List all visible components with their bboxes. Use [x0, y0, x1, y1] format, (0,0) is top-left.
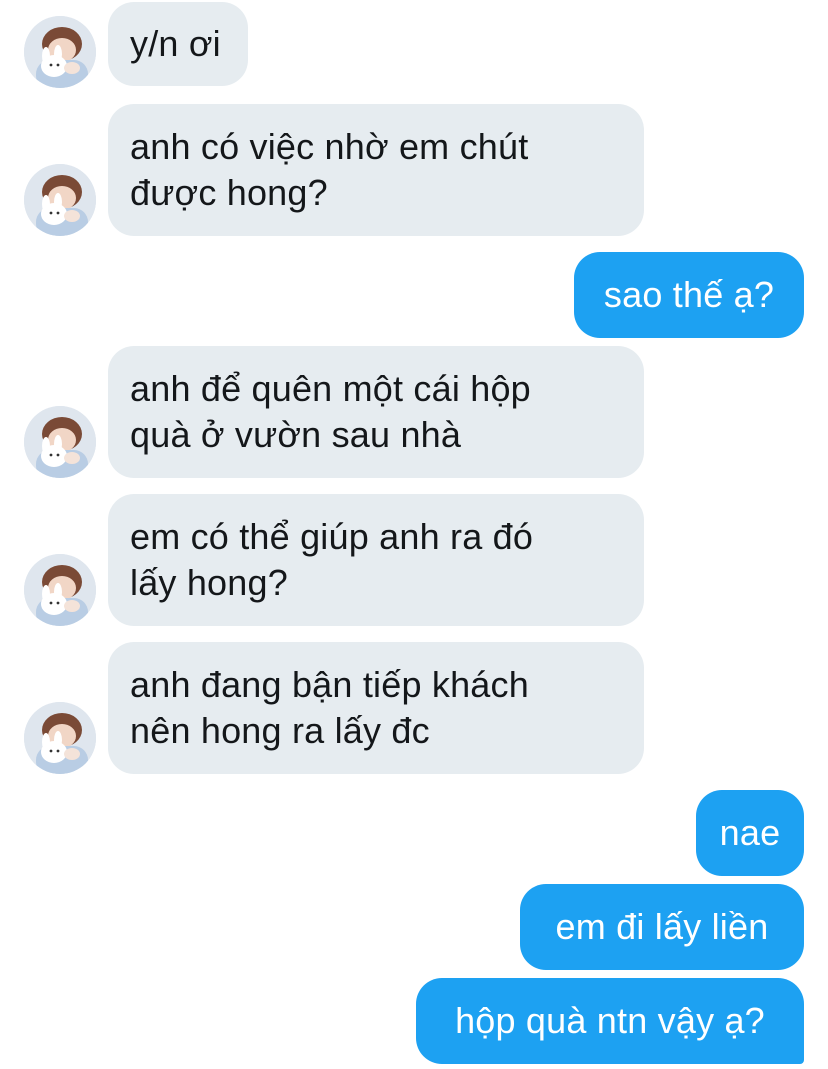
- contact-avatar[interactable]: [24, 16, 96, 88]
- contact-avatar[interactable]: [24, 702, 96, 774]
- message-text: anh đang bận tiếp khách nên hong ra lấy …: [130, 664, 529, 751]
- message-text: hộp quà ntn vậy ạ?: [455, 1000, 765, 1041]
- message-text: em đi lấy liền: [555, 906, 769, 947]
- message-text: sao thế ạ?: [603, 274, 775, 315]
- contact-avatar[interactable]: [24, 164, 96, 236]
- contact-avatar[interactable]: [24, 406, 96, 478]
- outgoing-message-bubble[interactable]: sao thế ạ?: [574, 252, 804, 338]
- outgoing-message-bubble[interactable]: em đi lấy liền: [520, 884, 804, 970]
- incoming-message-bubble[interactable]: y/n ơi: [108, 2, 248, 86]
- incoming-message-bubble[interactable]: anh đang bận tiếp khách nên hong ra lấy …: [108, 642, 644, 774]
- outgoing-message-bubble[interactable]: hộp quà ntn vậy ạ?: [416, 978, 804, 1064]
- message-text: nae: [719, 812, 781, 853]
- contact-avatar[interactable]: [24, 554, 96, 626]
- avatar-photo-icon: [24, 406, 96, 478]
- incoming-message-bubble[interactable]: em có thể giúp anh ra đó lấy hong?: [108, 494, 644, 626]
- avatar-photo-icon: [24, 702, 96, 774]
- incoming-message-bubble[interactable]: anh để quên một cái hộp quà ở vườn sau n…: [108, 346, 644, 478]
- avatar-photo-icon: [24, 16, 96, 88]
- avatar-photo-icon: [24, 554, 96, 626]
- incoming-message-bubble[interactable]: anh có việc nhờ em chút được hong?: [108, 104, 644, 236]
- message-text: y/n ơi: [130, 23, 221, 64]
- outgoing-message-bubble[interactable]: nae: [696, 790, 804, 876]
- avatar-photo-icon: [24, 164, 96, 236]
- message-text: anh để quên một cái hộp quà ở vườn sau n…: [130, 368, 531, 455]
- message-text: anh có việc nhờ em chút được hong?: [130, 126, 529, 213]
- message-text: em có thể giúp anh ra đó lấy hong?: [130, 516, 534, 603]
